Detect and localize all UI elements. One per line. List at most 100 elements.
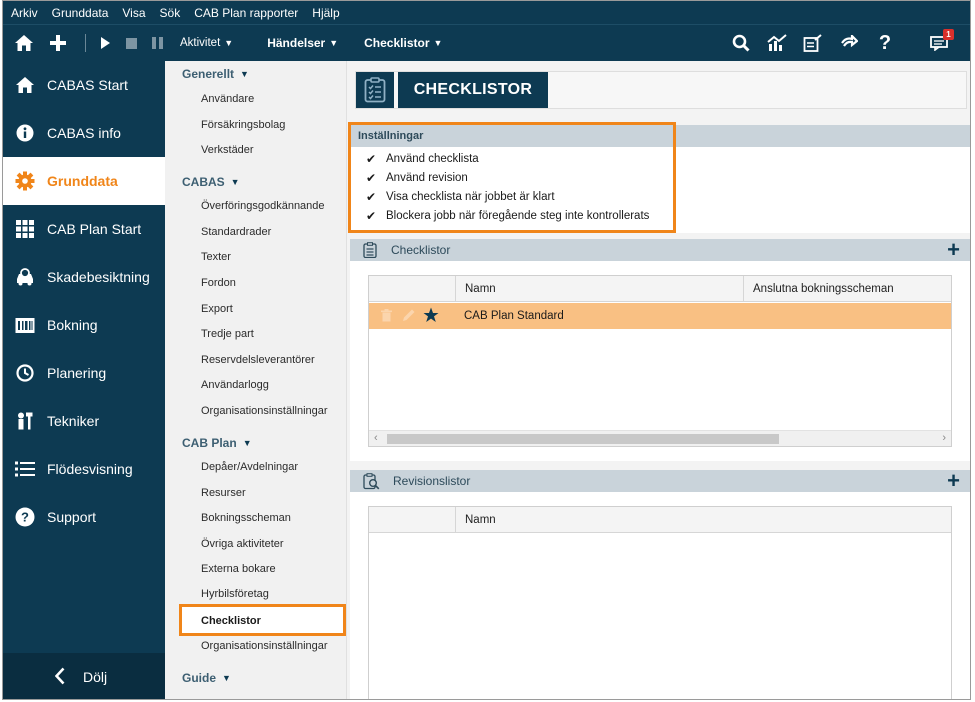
hide-menu-button[interactable]: Dölj bbox=[3, 653, 165, 699]
redo-icon[interactable] bbox=[838, 32, 860, 54]
subnav-item[interactable]: Hyrbilsföretag bbox=[201, 588, 269, 600]
subnav-item[interactable]: Övriga aktiviteter bbox=[201, 538, 284, 550]
subnav-item[interactable]: Verkstäder bbox=[201, 144, 254, 156]
notification-badge: 1 bbox=[943, 29, 954, 40]
main-content: CHECKLISTOR Inställningar ✔ Använd check… bbox=[347, 61, 970, 699]
nav-item-grunddata[interactable]: Grunddata bbox=[3, 157, 165, 205]
grid-header: Namn bbox=[369, 507, 951, 533]
pencil-icon[interactable] bbox=[401, 308, 416, 326]
subnav-item[interactable]: Reservdelsleverantörer bbox=[201, 354, 315, 366]
chevron-right-icon[interactable]: › bbox=[942, 432, 946, 444]
add-revision-button[interactable]: + bbox=[947, 470, 960, 492]
revision-list-icon bbox=[363, 472, 380, 490]
menu-cab-plan-rapporter[interactable]: CAB Plan rapporter bbox=[194, 6, 298, 20]
scrollbar-thumb[interactable] bbox=[387, 434, 779, 444]
column-header-name[interactable]: Namn bbox=[455, 276, 743, 302]
chart-icon[interactable] bbox=[766, 32, 788, 54]
calendar-icon bbox=[3, 316, 47, 334]
subnav-item[interactable]: Externa bokare bbox=[201, 563, 276, 575]
add-checklist-button[interactable]: + bbox=[947, 239, 960, 261]
subnav-item[interactable]: Organisationsinställningar bbox=[201, 405, 328, 417]
nav-item-flodesvisning[interactable]: Flödesvisning bbox=[3, 445, 165, 493]
gear-icon bbox=[3, 171, 47, 191]
stop-icon[interactable] bbox=[120, 32, 142, 54]
sub-navigation: Generellt ▼ Användare Försäkringsbolag Ve… bbox=[165, 61, 347, 699]
subnav-item[interactable]: Export bbox=[201, 303, 233, 315]
nav-item-tekniker[interactable]: Tekniker bbox=[3, 397, 165, 445]
column-header-schedules[interactable]: Anslutna bokningsscheman bbox=[743, 276, 953, 302]
nav-label: CABAS Start bbox=[47, 77, 128, 93]
home-icon[interactable] bbox=[13, 32, 35, 54]
activity-label: Aktivitet bbox=[180, 37, 221, 49]
subnav-item[interactable]: Depåer/Avdelningar bbox=[201, 461, 298, 473]
nav-item-skadebesiktning[interactable]: Skadebesiktning bbox=[3, 253, 165, 301]
checklist-icon bbox=[356, 72, 394, 108]
checklists-title: Checklistor bbox=[391, 243, 451, 257]
subnav-item[interactable]: Överföringsgodkännande bbox=[201, 200, 325, 212]
horizontal-scrollbar[interactable]: ‹ › bbox=[369, 430, 951, 446]
notification-icon[interactable]: 1 bbox=[928, 29, 954, 54]
checklists-menu[interactable]: Checklistor ▼ bbox=[364, 36, 442, 50]
nav-label: Planering bbox=[47, 365, 107, 381]
app-window: Arkiv Grunddata Visa Sök CAB Plan rappor… bbox=[2, 0, 971, 700]
subnav-item[interactable]: Standardrader bbox=[201, 226, 271, 238]
main-navigation: CABAS Start CABAS info Grunddata CAB Pla… bbox=[3, 61, 165, 699]
nav-label: Support bbox=[47, 509, 97, 525]
nav-item-cabas-start[interactable]: CABAS Start bbox=[3, 61, 165, 109]
revisions-grid: Namn bbox=[368, 506, 952, 699]
add-icon[interactable] bbox=[47, 32, 69, 54]
checklists-header: Checklistor + bbox=[350, 239, 970, 261]
trash-icon[interactable] bbox=[381, 309, 392, 325]
column-header-name[interactable]: Namn bbox=[455, 507, 953, 533]
subnav-item[interactable]: Användarlogg bbox=[201, 379, 269, 391]
subnav-item[interactable]: Texter bbox=[201, 251, 231, 263]
chevron-left-icon[interactable]: ‹ bbox=[374, 432, 378, 444]
subnav-item[interactable]: Fordon bbox=[201, 277, 236, 289]
subnav-item[interactable]: Tredje part bbox=[201, 328, 254, 340]
toolbar-separator bbox=[85, 34, 86, 52]
table-row[interactable]: CAB Plan Standard bbox=[369, 303, 951, 329]
group-title: Generellt bbox=[182, 67, 235, 81]
report-icon[interactable] bbox=[802, 32, 824, 54]
nav-item-bokning[interactable]: Bokning bbox=[3, 301, 165, 349]
subnav-item[interactable]: Försäkringsbolag bbox=[201, 119, 285, 131]
nav-item-cab-plan-start[interactable]: CAB Plan Start bbox=[3, 205, 165, 253]
menu-bar: Arkiv Grunddata Visa Sök CAB Plan rappor… bbox=[3, 1, 970, 24]
subnav-group-guide[interactable]: Guide ▼ bbox=[182, 671, 231, 685]
pause-icon[interactable] bbox=[146, 32, 168, 54]
help-icon[interactable]: ? bbox=[874, 32, 896, 54]
chevron-left-icon bbox=[54, 667, 65, 688]
settings-highlight bbox=[348, 122, 676, 233]
menu-arkiv[interactable]: Arkiv bbox=[11, 6, 38, 20]
cell-name: CAB Plan Standard bbox=[464, 310, 564, 322]
search-icon[interactable] bbox=[730, 32, 752, 54]
events-menu[interactable]: Händelser ▼ bbox=[267, 36, 338, 50]
nav-item-cabas-info[interactable]: CABAS info bbox=[3, 109, 165, 157]
subnav-item[interactable]: Resurser bbox=[201, 487, 246, 499]
nav-label: Grunddata bbox=[47, 173, 118, 189]
menu-visa[interactable]: Visa bbox=[122, 6, 145, 20]
menu-sok[interactable]: Sök bbox=[160, 6, 181, 20]
subnav-item[interactable]: Bokningsscheman bbox=[201, 512, 291, 524]
subnav-item-checklistor[interactable]: Checklistor bbox=[201, 615, 261, 627]
star-icon[interactable] bbox=[423, 307, 439, 326]
group-title: CABAS bbox=[182, 175, 225, 189]
toolbar: Aktivitet ▼ Händelser ▼ Checklistor ▼ ? bbox=[3, 24, 970, 61]
subnav-item[interactable]: Organisationsinställningar bbox=[201, 640, 328, 652]
play-icon[interactable] bbox=[94, 32, 116, 54]
checklists-panel: Namn Anslutna bokningsscheman CAB Plan S… bbox=[350, 261, 970, 461]
nav-label: Flödesvisning bbox=[47, 461, 133, 477]
cell-schedules bbox=[743, 303, 752, 329]
subnav-group-generellt[interactable]: Generellt ▼ bbox=[182, 67, 249, 81]
svg-text:?: ? bbox=[21, 510, 29, 525]
chevron-down-icon: ▼ bbox=[329, 38, 339, 48]
nav-item-support[interactable]: ? Support bbox=[3, 493, 165, 541]
activity-menu[interactable]: Aktivitet ▼ bbox=[180, 37, 233, 49]
menu-grunddata[interactable]: Grunddata bbox=[52, 6, 109, 20]
subnav-item[interactable]: Användare bbox=[201, 93, 254, 105]
subnav-group-cabas[interactable]: CABAS ▼ bbox=[182, 175, 240, 189]
menu-hjalp[interactable]: Hjälp bbox=[312, 6, 339, 20]
nav-item-planering[interactable]: Planering bbox=[3, 349, 165, 397]
subnav-group-cab-plan[interactable]: CAB Plan ▼ bbox=[182, 436, 252, 450]
car-inspection-icon bbox=[3, 268, 47, 286]
